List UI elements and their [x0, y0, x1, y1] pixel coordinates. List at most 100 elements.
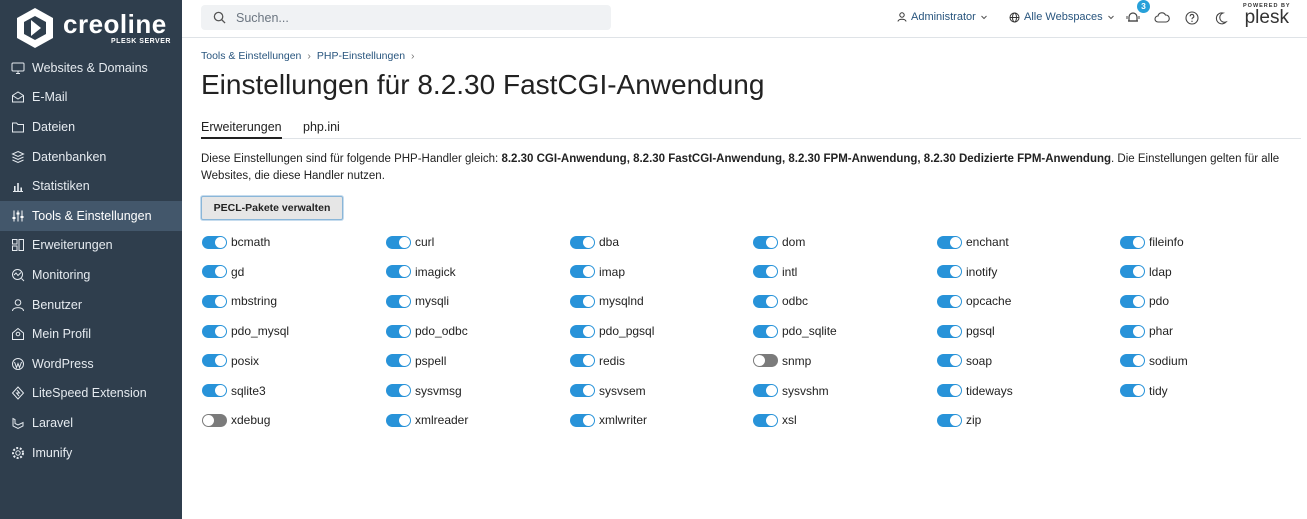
extension-toggle[interactable] [1120, 235, 1145, 249]
extension-toggle[interactable] [386, 384, 411, 397]
extension-pdo-sqlite: pdo_sqlite [753, 321, 923, 341]
extension-label: fileinfo [1149, 235, 1184, 249]
sidebar-item-tools-einstellungen[interactable]: Tools & Einstellungen [0, 200, 182, 231]
extension-label: curl [415, 235, 435, 249]
extension-toggle[interactable] [937, 265, 962, 279]
extension-toggle[interactable] [753, 324, 778, 338]
tab-php-ini[interactable]: php.ini [303, 120, 340, 137]
sidebar-item-wordpress[interactable]: WordPress [0, 349, 182, 379]
breadcrumb-link-php[interactable]: PHP-Einstellungen [317, 50, 405, 62]
extension-toggle[interactable] [202, 324, 227, 338]
page-title: Einstellungen für 8.2.30 FastCGI-Anwendu… [201, 69, 765, 100]
extension-toggle[interactable] [1120, 384, 1145, 397]
extension-label: xsl [782, 413, 797, 428]
extension-toggle[interactable] [570, 413, 595, 427]
extension-toggle[interactable] [1120, 265, 1145, 279]
extension-toggle[interactable] [753, 413, 778, 427]
extension-toggle[interactable] [570, 324, 595, 338]
sidebar-item-benutzer[interactable]: Benutzer [0, 290, 182, 320]
extension-toggle[interactable] [202, 235, 227, 249]
sidebar-item-litespeed-extension[interactable]: LiteSpeed Extension [0, 379, 182, 409]
extension-tideways: tideways [937, 381, 1107, 401]
extension-toggle[interactable] [386, 354, 411, 368]
extension-toggle[interactable] [753, 235, 778, 249]
extension-label: posix [231, 353, 260, 368]
toggle-knob [1133, 385, 1144, 396]
dark-mode-icon[interactable] [1213, 10, 1229, 26]
toggle-knob [215, 236, 226, 248]
chevron-down-icon [1107, 15, 1114, 20]
sidebar-item-websites-domains[interactable]: Websites & Domains [0, 53, 182, 83]
sidebar-item-dateien[interactable]: Dateien [0, 112, 182, 142]
brand-logo[interactable]: creoline PLESK SERVER [13, 6, 173, 50]
extension-toggle[interactable] [202, 413, 227, 427]
extension-toggle[interactable] [570, 235, 595, 249]
extension-toggle[interactable] [753, 354, 778, 368]
cloud-icon[interactable] [1154, 10, 1170, 26]
extension-label: enchant [966, 235, 1009, 249]
extension-toggle[interactable] [386, 413, 411, 427]
sidebar-item-monitoring[interactable]: Monitoring [0, 260, 182, 290]
extension-toggle[interactable] [202, 384, 227, 397]
tab-extensions[interactable]: Erweiterungen [201, 120, 282, 139]
user-label: Administrator [911, 11, 976, 23]
sidebar-item-statistiken[interactable]: Statistiken [0, 171, 182, 201]
extension-label: sqlite3 [231, 383, 266, 398]
extension-imagick: imagick [386, 262, 556, 282]
extension-toggle[interactable] [386, 265, 411, 279]
extension-toggle[interactable] [202, 294, 227, 308]
sidebar-item-laravel[interactable]: Laravel [0, 408, 182, 438]
extension-label: sysvmsg [415, 383, 462, 398]
extension-toggle[interactable] [570, 384, 595, 397]
toggle-knob [950, 236, 961, 248]
sidebar-item-erweiterungen[interactable]: Erweiterungen [0, 231, 182, 261]
webspaces-menu[interactable]: Alle Webspaces [1009, 11, 1119, 23]
extension-toggle[interactable] [386, 235, 411, 249]
extension-toggle[interactable] [753, 265, 778, 279]
sidebar-item-label: Dateien [32, 119, 76, 134]
extension-toggle[interactable] [1120, 324, 1145, 338]
extension-toggle[interactable] [937, 324, 962, 338]
notifications-icon[interactable] [1125, 10, 1141, 26]
extension-toggle[interactable] [1120, 294, 1145, 308]
extension-toggle[interactable] [202, 354, 227, 368]
help-icon[interactable] [1184, 10, 1200, 26]
extension-toggle[interactable] [937, 235, 962, 249]
extension-label: dba [599, 235, 620, 249]
extension-toggle[interactable] [570, 354, 595, 368]
extension-toggle[interactable] [570, 265, 595, 279]
extension-label: xmlreader [415, 413, 469, 428]
extension-toggle[interactable] [1120, 354, 1145, 368]
search-box[interactable] [201, 5, 611, 30]
extension-toggle[interactable] [753, 294, 778, 308]
extension-mysqli: mysqli [386, 291, 556, 311]
toggle-knob [583, 266, 594, 278]
sidebar-item-label: Laravel [32, 415, 73, 430]
sidebar-item-e-mail[interactable]: E-Mail [0, 83, 182, 113]
breadcrumb-link-tools[interactable]: Tools & Einstellungen [201, 50, 301, 62]
database-icon [11, 150, 25, 164]
extension-pdo-odbc: pdo_odbc [386, 321, 556, 341]
profile-icon [11, 327, 25, 341]
sidebar-item-mein-profil[interactable]: Mein Profil [0, 319, 182, 349]
extension-toggle[interactable] [202, 265, 227, 279]
search-input[interactable] [234, 9, 578, 26]
extension-toggle[interactable] [937, 413, 962, 427]
user-menu[interactable]: Administrator [897, 11, 992, 23]
extension-toggle[interactable] [570, 294, 595, 308]
manage-pecl-packages-button[interactable]: PECL-Pakete verwalten [201, 196, 343, 220]
toggle-knob [215, 325, 226, 337]
extension-toggle[interactable] [937, 384, 962, 397]
extension-toggle[interactable] [753, 384, 778, 397]
sidebar-item-datenbanken[interactable]: Datenbanken [0, 142, 182, 172]
toggle-knob [766, 236, 777, 248]
extension-toggle[interactable] [386, 324, 411, 338]
extension-toggle[interactable] [937, 294, 962, 308]
extension-toggle[interactable] [937, 354, 962, 368]
extension-xsl: xsl [753, 410, 923, 430]
breadcrumb: Tools & Einstellungen › PHP-Einstellunge… [201, 50, 421, 62]
sidebar-item-label: LiteSpeed Extension [32, 386, 147, 401]
sidebar-item-imunify[interactable]: Imunify [0, 438, 182, 468]
extension-toggle[interactable] [386, 294, 411, 308]
extension-sqlite3: sqlite3 [202, 381, 372, 401]
